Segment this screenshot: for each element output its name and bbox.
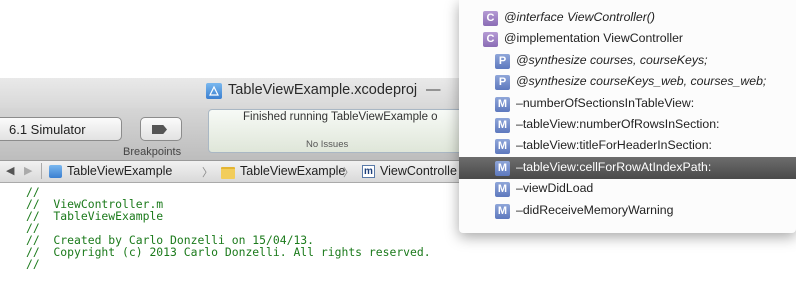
method-badge-icon: M [495,203,510,219]
popup-menu-item[interactable]: C @interface ViewController() [459,7,796,29]
code-line: // TableViewExample [26,209,164,223]
jump-bar-item-project[interactable]: TableViewExample [67,164,172,178]
symbol-popup-menu: C @interface ViewController() C @implementa… [459,0,796,233]
class-badge-icon: C [483,32,498,48]
xcode-screenshot: TableViewExample.xcodeproj — 6.1 Simulat… [0,0,796,282]
chevron-right-icon: 〉 [343,167,354,179]
popup-menu-item[interactable]: M –tableView:cellForRowAtIndexPath: [459,156,796,179]
xcodeproj-icon [206,83,222,99]
popup-menu-item-label: –tableView:cellForRowAtIndexPath: [516,159,712,174]
popup-menu-item[interactable]: P @synthesize courses, courseKeys; [459,50,796,72]
implementation-file-icon: m [362,165,375,178]
popup-menu-item[interactable]: M –numberOfSectionsInTableView: [459,93,796,115]
popup-menu-item-label: –tableView:titleForHeaderInSection: [516,138,712,153]
breakpoints-button[interactable] [140,117,182,141]
window-title-dash: — [426,82,441,98]
code-line: // [26,257,40,271]
window-title: TableViewExample.xcodeproj [228,82,418,98]
breakpoint-icon [152,125,167,134]
chevron-right-icon: 〉 [202,167,213,179]
popup-menu-item[interactable]: P @synthesize courseKeys_web, courses_web… [459,71,796,93]
popup-menu-item[interactable]: M –tableView:titleForHeaderInSection: [459,135,796,157]
jump-bar-item-group[interactable]: TableViewExample [240,164,345,178]
popup-menu-item-label: –tableView:numberOfRowsInSection: [516,117,720,131]
class-badge-icon: C [483,11,498,26]
activity-issues-text[interactable]: No Issues [306,139,348,150]
popup-menu-item[interactable]: M –didReceiveMemoryWarning [459,200,796,222]
folder-icon [221,167,235,179]
popup-menu-item-label: –didReceiveMemoryWarning [516,202,674,217]
activity-status-text: Finished running TableViewExample o [243,111,438,123]
popup-menu-item[interactable]: M –viewDidLoad [459,178,796,200]
popup-menu-item-label: @synthesize courses, courseKeys; [516,52,708,67]
scheme-selector-button[interactable]: 6.1 Simulator [0,117,122,141]
popup-menu-item-label: –viewDidLoad [516,181,594,196]
popup-menu-item-label: @implementation ViewController [504,31,684,46]
method-badge-icon: M [495,96,510,112]
popup-menu-item-label: –numberOfSectionsInTableView: [516,95,695,110]
code-line: // Copyright (c) 2013 Carlo Donzelli. Al… [26,245,431,259]
property-badge-icon: P [495,75,510,91]
back-arrow-icon[interactable]: ◀ [6,164,14,177]
property-badge-icon: P [495,53,510,69]
project-icon [49,165,62,178]
popup-menu-item[interactable]: C @implementation ViewController [459,28,796,50]
popup-menu-item-label: @interface ViewController() [504,10,655,24]
method-badge-icon: M [495,139,510,155]
jump-bar-item-file[interactable]: ViewControlle [380,164,457,178]
forward-arrow-icon[interactable]: ▶ [24,164,32,177]
breakpoints-label: Breakpoints [123,146,182,158]
method-badge-icon: M [495,118,510,133]
method-badge-icon: M [495,160,510,176]
popup-menu-item-label: @synthesize courseKeys_web, courses_web; [516,74,767,89]
popup-menu-item[interactable]: M –tableView:numberOfRowsInSection: [459,114,796,136]
method-badge-icon: M [495,182,510,198]
jump-bar-divider [41,163,42,179]
